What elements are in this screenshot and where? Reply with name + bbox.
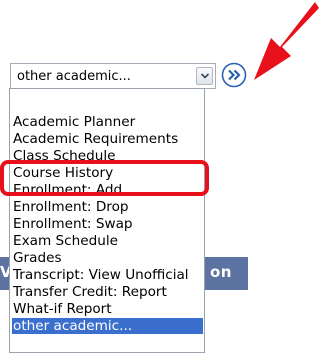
academic-action-select[interactable]: other academic... bbox=[10, 63, 216, 89]
chevron-down-icon[interactable] bbox=[196, 67, 213, 85]
option-academic-requirements[interactable]: Academic Requirements bbox=[12, 131, 178, 147]
option-other-academic[interactable]: other academic... bbox=[12, 318, 203, 334]
option-transcript-view-unofficial[interactable]: Transcript: View Unofficial bbox=[12, 267, 189, 283]
background-button-label-right: on bbox=[210, 263, 232, 281]
option-exam-schedule[interactable]: Exam Schedule bbox=[12, 233, 118, 249]
select-dropdown-list: Academic Planner Academic Requirements C… bbox=[9, 88, 205, 353]
option-grades[interactable]: Grades bbox=[12, 250, 62, 266]
course-history-highlight-box bbox=[0, 160, 209, 196]
option-academic-planner[interactable]: Academic Planner bbox=[12, 114, 135, 130]
red-arrow-icon bbox=[254, 2, 319, 80]
select-value: other academic... bbox=[17, 69, 131, 84]
option-enrollment-drop[interactable]: Enrollment: Drop bbox=[12, 199, 129, 215]
option-transfer-credit-report[interactable]: Transfer Credit: Report bbox=[12, 284, 167, 300]
option-what-if-report[interactable]: What-if Report bbox=[12, 301, 112, 317]
option-enrollment-swap[interactable]: Enrollment: Swap bbox=[12, 216, 133, 232]
double-chevron-right-icon[interactable] bbox=[221, 62, 247, 88]
